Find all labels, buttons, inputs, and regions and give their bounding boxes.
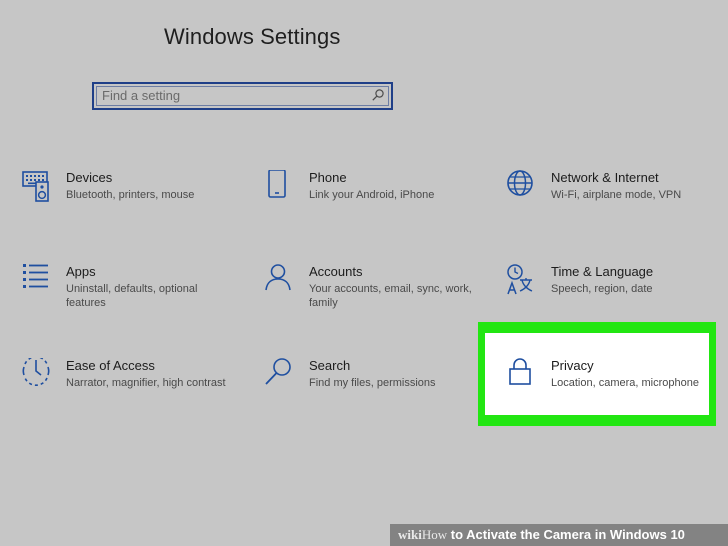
globe-icon	[507, 170, 533, 196]
tile-name: Devices	[66, 170, 113, 185]
search-icon	[265, 358, 291, 385]
tile-desc: Uninstall, defaults, optional features	[66, 283, 198, 309]
tile-desc: Find my files, permissions	[309, 377, 436, 389]
tile-name: Phone	[309, 170, 347, 185]
tile-desc: Wi-Fi, airplane mode, VPN	[551, 189, 682, 201]
time-language-icon	[507, 264, 533, 295]
tile-name: Search	[309, 358, 351, 373]
tile-devices[interactable]: Devices Bluetooth, printers, mouse	[22, 170, 232, 250]
search-box[interactable]	[92, 82, 393, 110]
tile-desc: Your accounts, email, sync, work, family	[309, 283, 472, 309]
watermark-text: to Activate the Camera in Windows 10	[447, 527, 685, 542]
tile-accounts[interactable]: Accounts Your accounts, email, sync, wor…	[265, 264, 475, 344]
ease-of-access-icon	[22, 358, 50, 386]
watermark-banner: wikiHow to Activate the Camera in Window…	[390, 524, 728, 546]
tile-desc: Link your Android, iPhone	[309, 189, 435, 201]
tile-desc: Narrator, magnifier, high contrast	[66, 377, 226, 389]
search-input[interactable]	[102, 87, 362, 103]
tile-desc: Location, camera, microphone	[551, 377, 699, 389]
page-title: Windows Settings	[164, 24, 341, 49]
watermark-brand-light: How	[421, 527, 448, 542]
search-icon[interactable]	[371, 88, 385, 102]
tile-ease-of-access[interactable]: Ease of Access Narrator, magnifier, high…	[22, 358, 232, 438]
tile-name: Network & Internet	[551, 170, 659, 185]
tile-apps[interactable]: Apps Uninstall, defaults, optional featu…	[22, 264, 232, 344]
settings-window: Windows Settings Devices Bluetooth, prin…	[0, 0, 728, 546]
tile-network[interactable]: Network & Internet Wi-Fi, airplane mode,…	[507, 170, 717, 250]
person-icon	[265, 264, 291, 291]
keyboard-speaker-icon	[22, 171, 49, 202]
tile-phone[interactable]: Phone Link your Android, iPhone	[265, 170, 475, 250]
phone-icon	[268, 170, 286, 198]
tile-name: Ease of Access	[66, 358, 155, 373]
tile-search[interactable]: Search Find my files, permissions	[265, 358, 475, 438]
tile-desc: Speech, region, date	[551, 283, 653, 295]
list-icon	[23, 264, 48, 288]
tile-name: Apps	[66, 264, 96, 279]
tile-name: Time & Language	[551, 264, 654, 279]
tile-name: Privacy	[551, 358, 594, 373]
tile-privacy[interactable]: Privacy Location, camera, microphone	[507, 358, 717, 438]
tile-desc: Bluetooth, printers, mouse	[66, 189, 195, 201]
watermark-brand-bold: wiki	[398, 527, 422, 542]
tile-name: Accounts	[309, 264, 363, 279]
lock-icon	[509, 358, 531, 385]
